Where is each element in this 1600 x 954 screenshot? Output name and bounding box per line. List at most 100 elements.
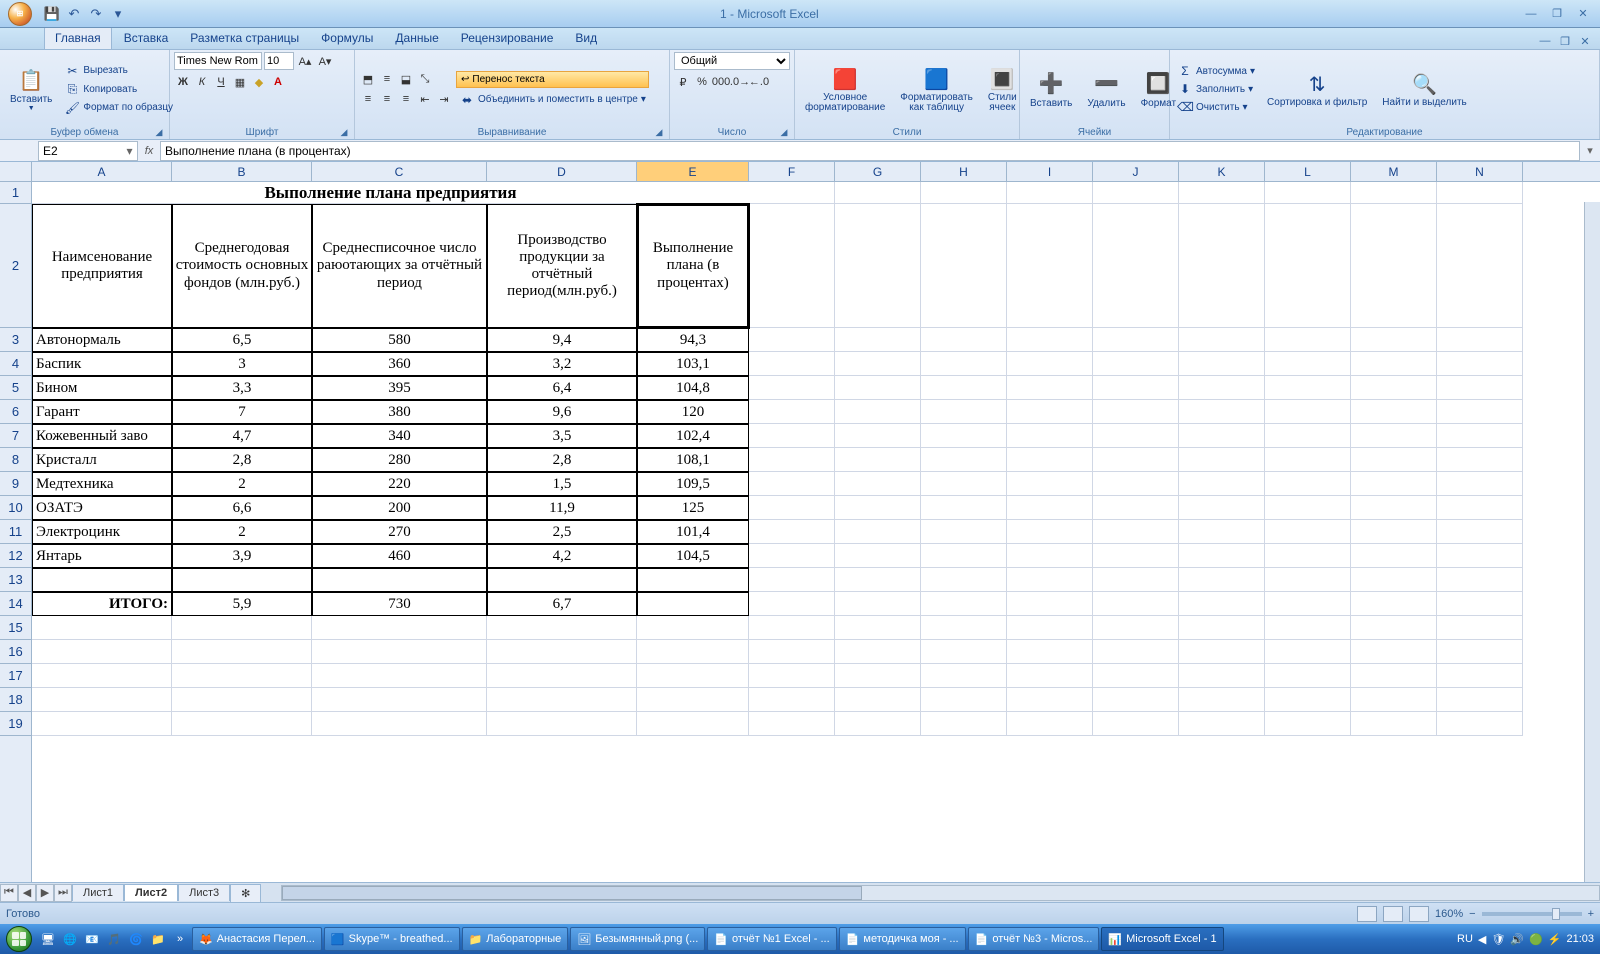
tab-insert[interactable]: Вставка	[114, 27, 179, 49]
cell[interactable]	[1265, 544, 1351, 568]
taskbar-item[interactable]: 🖼Безымянный.png (...	[570, 927, 705, 951]
taskbar-item[interactable]: 🟦Skype™ - breathed...	[324, 927, 460, 951]
number-launcher[interactable]: ◢	[778, 127, 790, 139]
cell[interactable]	[835, 182, 921, 204]
cell[interactable]: ОЗАТЭ	[32, 496, 172, 520]
cell[interactable]: Гарант	[32, 400, 172, 424]
cell[interactable]	[921, 204, 1007, 328]
cell[interactable]	[921, 688, 1007, 712]
cell[interactable]	[835, 448, 921, 472]
clipboard-launcher[interactable]: ◢	[153, 127, 165, 139]
cell[interactable]: 220	[312, 472, 487, 496]
cell[interactable]	[312, 616, 487, 640]
find-select-button[interactable]: 🔍Найти и выделить	[1376, 68, 1472, 110]
cell[interactable]: 9,4	[487, 328, 637, 352]
cell[interactable]	[1437, 592, 1523, 616]
row-header-7[interactable]: 7	[0, 424, 31, 448]
cell[interactable]	[487, 688, 637, 712]
cell[interactable]	[1437, 448, 1523, 472]
row-header-17[interactable]: 17	[0, 664, 31, 688]
cell[interactable]	[1265, 712, 1351, 736]
cell[interactable]	[1351, 640, 1437, 664]
cell[interactable]: 2	[172, 520, 312, 544]
cell[interactable]	[835, 712, 921, 736]
taskbar-item[interactable]: 📄отчёт №3 - Micros...	[968, 927, 1100, 951]
tab-view[interactable]: Вид	[565, 27, 607, 49]
column-header-D[interactable]: D	[487, 162, 637, 181]
cell[interactable]: 2,8	[172, 448, 312, 472]
minimize-button[interactable]: —	[1520, 6, 1542, 22]
cell[interactable]: Баспик	[32, 352, 172, 376]
tray-icon[interactable]: 🟢	[1529, 933, 1543, 946]
cell[interactable]	[1007, 640, 1093, 664]
column-header-H[interactable]: H	[921, 162, 1007, 181]
quick-launch-icon[interactable]: 🖥	[38, 928, 58, 950]
orientation-icon[interactable]: ⤡	[416, 70, 434, 88]
cell[interactable]	[1351, 448, 1437, 472]
cell[interactable]	[312, 664, 487, 688]
cell[interactable]	[1351, 544, 1437, 568]
row-header-15[interactable]: 15	[0, 616, 31, 640]
column-header-I[interactable]: I	[1007, 162, 1093, 181]
cell[interactable]	[749, 204, 835, 328]
cell[interactable]	[749, 520, 835, 544]
cell[interactable]	[1437, 352, 1523, 376]
cell[interactable]	[749, 328, 835, 352]
cell[interactable]	[835, 400, 921, 424]
cell[interactable]	[1265, 664, 1351, 688]
row-header-14[interactable]: 14	[0, 592, 31, 616]
cell[interactable]	[32, 616, 172, 640]
column-header-C[interactable]: C	[312, 162, 487, 181]
insert-cells-button[interactable]: ➕Вставить	[1024, 68, 1078, 111]
cell[interactable]	[921, 328, 1007, 352]
cell[interactable]	[32, 568, 172, 592]
taskbar-item[interactable]: 📁Лабораторные	[462, 927, 569, 951]
cell[interactable]	[1179, 520, 1265, 544]
doc-close-button[interactable]: ✕	[1576, 33, 1594, 49]
formula-input[interactable]: Выполнение плана (в процентах)	[160, 141, 1580, 161]
cell[interactable]	[487, 712, 637, 736]
sheet-nav-first[interactable]: ⏮	[0, 884, 18, 902]
cell[interactable]	[921, 448, 1007, 472]
paste-button[interactable]: 📋Вставить▼	[4, 64, 58, 114]
cell[interactable]	[312, 688, 487, 712]
cell[interactable]	[1093, 472, 1179, 496]
cell[interactable]	[172, 616, 312, 640]
cell[interactable]	[1351, 496, 1437, 520]
bold-button[interactable]: Ж	[174, 73, 192, 91]
cell[interactable]	[1093, 424, 1179, 448]
cell[interactable]	[172, 568, 312, 592]
cell[interactable]	[1093, 664, 1179, 688]
autosum-button[interactable]: ΣАвтосумма ▾	[1174, 63, 1258, 79]
cell[interactable]	[1179, 712, 1265, 736]
cell[interactable]	[1351, 712, 1437, 736]
cell[interactable]	[749, 448, 835, 472]
quick-launch-icon[interactable]: 🌐	[60, 928, 80, 950]
cell[interactable]	[749, 688, 835, 712]
cell[interactable]	[172, 712, 312, 736]
cell[interactable]	[1007, 182, 1093, 204]
cell[interactable]	[637, 616, 749, 640]
cell[interactable]	[1265, 328, 1351, 352]
cell[interactable]: Выполнение плана (в процентах)	[637, 204, 749, 328]
cell[interactable]: Среднегодовая стоимость основных фондов …	[172, 204, 312, 328]
cell[interactable]: 460	[312, 544, 487, 568]
cell[interactable]	[749, 352, 835, 376]
cell[interactable]	[1007, 568, 1093, 592]
restore-button[interactable]: ❐	[1546, 6, 1568, 22]
cell[interactable]	[749, 400, 835, 424]
cell[interactable]	[32, 688, 172, 712]
cell[interactable]	[1179, 496, 1265, 520]
cell[interactable]	[1437, 712, 1523, 736]
quick-launch-expand[interactable]: »	[170, 928, 190, 950]
column-header-B[interactable]: B	[172, 162, 312, 181]
cell[interactable]	[921, 568, 1007, 592]
cell[interactable]	[1007, 472, 1093, 496]
cell[interactable]	[1007, 352, 1093, 376]
cell[interactable]: 340	[312, 424, 487, 448]
cell[interactable]	[1351, 424, 1437, 448]
name-box[interactable]: E2▾	[38, 141, 138, 161]
cell[interactable]: 109,5	[637, 472, 749, 496]
cell[interactable]	[172, 688, 312, 712]
close-button[interactable]: ✕	[1572, 6, 1594, 22]
